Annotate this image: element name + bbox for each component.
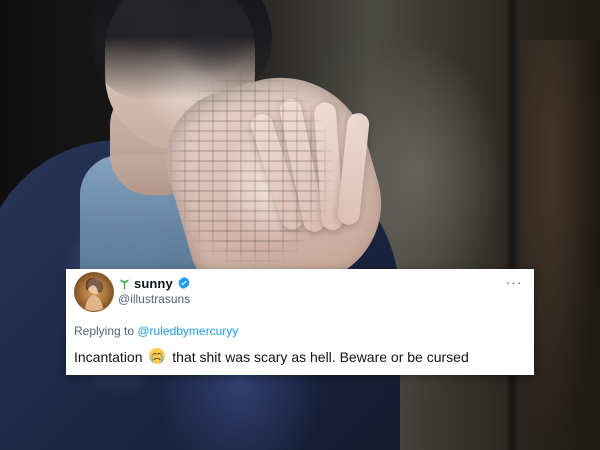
replying-prefix: Replying to (74, 324, 138, 338)
crying-face-emoji-icon (148, 347, 166, 365)
verified-badge-icon (177, 276, 191, 290)
replying-to-mention[interactable]: @ruledbymercuryy (137, 324, 238, 338)
background-photo (0, 0, 600, 450)
tweet-text-before-emoji: Incantation (74, 349, 147, 365)
tweet-card[interactable]: sunny @illustrasuns ··· Replying to @rul… (66, 269, 534, 375)
replying-to-line: Replying to @ruledbymercuryy (74, 324, 238, 338)
wall-crack (505, 0, 519, 450)
tweet-text: Incantation that shit was scary as hell.… (74, 347, 469, 365)
more-icon[interactable]: ··· (504, 274, 524, 290)
avatar-image (75, 273, 113, 311)
more-label: ··· (505, 274, 523, 290)
sprout-icon (118, 277, 131, 290)
handwritten-markings (130, 30, 380, 290)
author-row: sunny (118, 275, 191, 291)
tweet-text-after-emoji: that shit was scary as hell. Beware or b… (172, 349, 469, 365)
wall-stain (520, 40, 600, 450)
author-handle[interactable]: @illustrasuns (118, 292, 190, 306)
author-name[interactable]: sunny (134, 276, 173, 291)
avatar[interactable] (74, 272, 114, 312)
